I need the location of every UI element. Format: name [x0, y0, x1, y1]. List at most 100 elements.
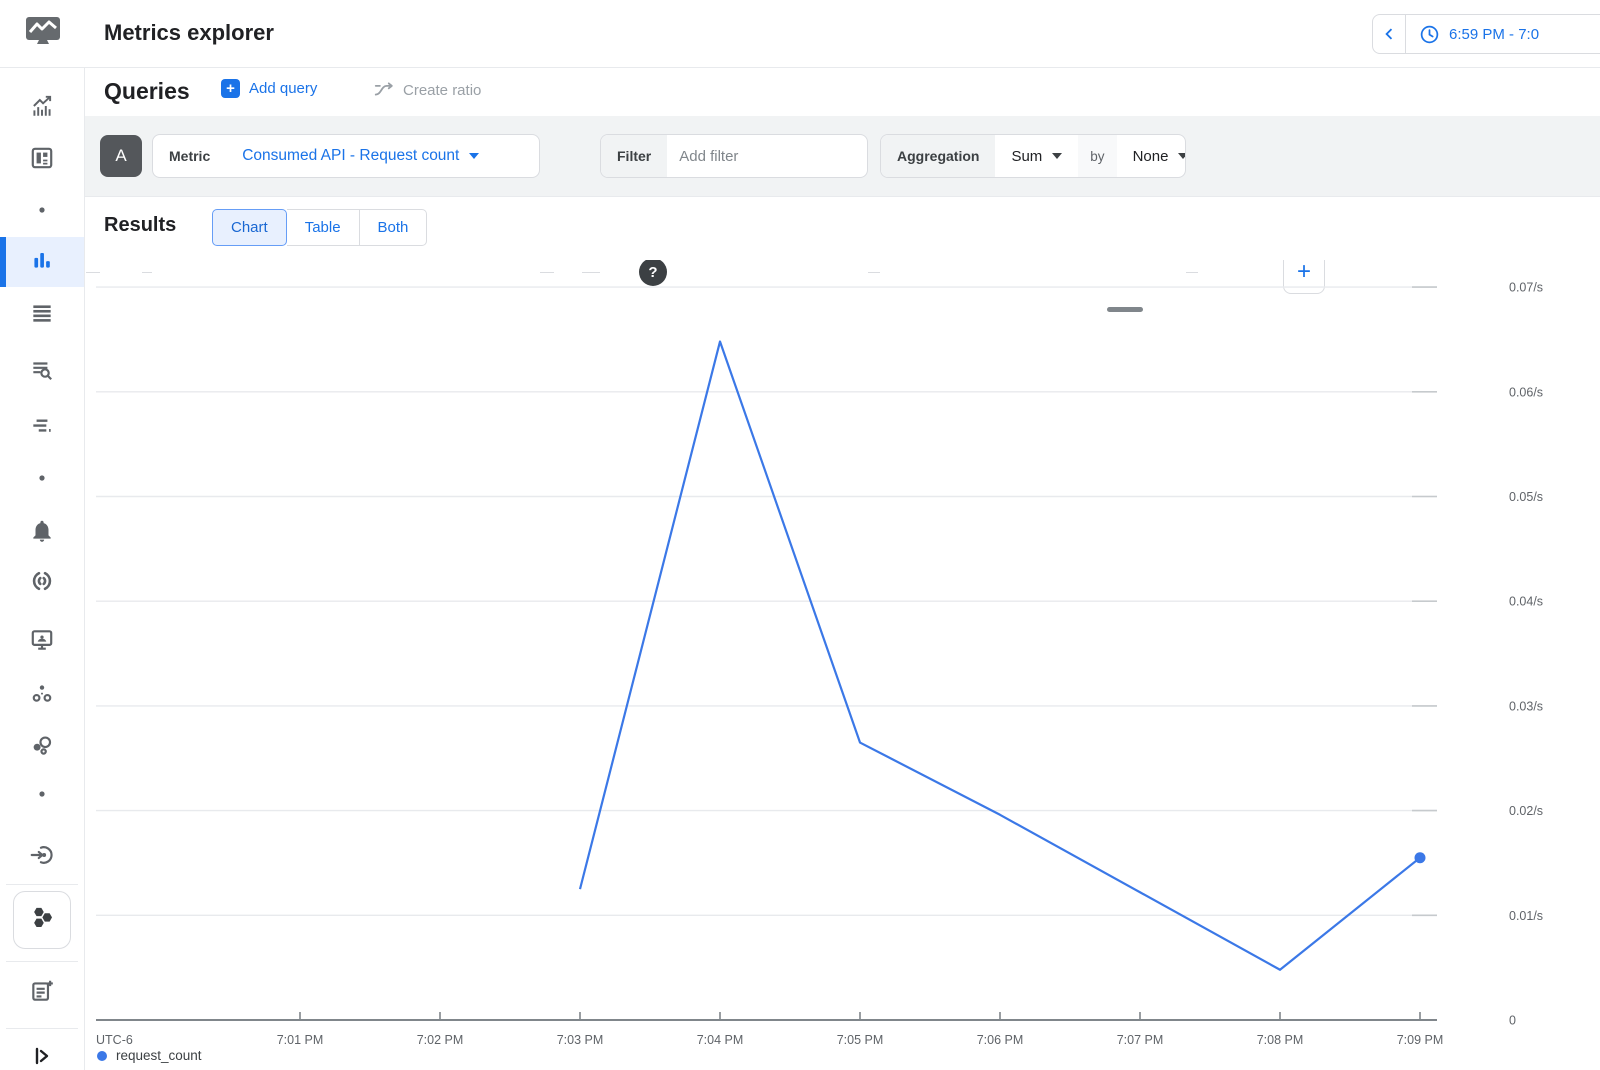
dropdown-caret-icon — [1052, 153, 1062, 159]
hexagons-icon — [27, 903, 57, 938]
dropdown-caret-icon — [469, 153, 479, 159]
svg-text:7:04 PM: 7:04 PM — [697, 1033, 744, 1047]
sidebar-item-services[interactable] — [0, 671, 84, 719]
query-letter-badge[interactable]: A — [100, 135, 142, 177]
sidebar-item-menu-lines[interactable] — [0, 291, 84, 339]
sidebar-divider — [6, 1028, 78, 1029]
aggregation-value-text: Sum — [1011, 148, 1042, 165]
svg-text:0.01/s: 0.01/s — [1509, 909, 1543, 923]
svg-text:7:05 PM: 7:05 PM — [837, 1033, 884, 1047]
svg-text:0: 0 — [1509, 1014, 1516, 1028]
sidebar-item-cluster[interactable] — [0, 723, 84, 771]
chart-legend[interactable]: request_count — [97, 1048, 202, 1063]
left-sidebar — [0, 0, 85, 1070]
log-search-icon — [29, 357, 55, 388]
filter-label: Filter — [601, 135, 667, 177]
svg-text:7:07 PM: 7:07 PM — [1117, 1033, 1164, 1047]
sidebar-collapse-toggle[interactable] — [0, 1034, 84, 1070]
create-ratio-label: Create ratio — [403, 82, 481, 99]
monitor-eye-icon — [29, 627, 55, 658]
tab-both[interactable]: Both — [360, 209, 428, 246]
ratio-arrow-icon — [373, 79, 395, 101]
metric-label: Metric — [153, 135, 226, 177]
sidebar-divider — [6, 961, 78, 962]
add-query-label: Add query — [249, 80, 317, 97]
sidebar-section-dot-1 — [0, 190, 84, 230]
sidebar-item-alerting[interactable] — [0, 509, 84, 557]
svg-text:0.02/s: 0.02/s — [1509, 804, 1543, 818]
group-by-value-text: None — [1133, 148, 1169, 165]
svg-text:7:03 PM: 7:03 PM — [557, 1033, 604, 1047]
svg-text:7:02 PM: 7:02 PM — [417, 1033, 464, 1047]
expand-panel-icon — [30, 1044, 54, 1070]
time-range-button[interactable]: 6:59 PM - 7:0 — [1406, 24, 1539, 45]
sidebar-item-dashboards[interactable] — [0, 136, 84, 184]
add-query-button[interactable]: + Add query — [221, 79, 317, 98]
integration-arrow-icon — [29, 842, 55, 873]
top-app-bar: Metrics explorer — [85, 0, 1600, 68]
trend-chart-icon — [29, 93, 55, 124]
bell-icon — [29, 518, 55, 549]
bar-chart-icon — [29, 247, 55, 278]
aggregation-label: Aggregation — [881, 135, 995, 177]
sidebar-item-gke-hexagons[interactable] — [13, 891, 71, 949]
sidebar-item-integrations[interactable] — [0, 833, 84, 881]
list-lines-icon — [29, 300, 55, 331]
sidebar-item-log-search[interactable] — [0, 348, 84, 396]
svg-text:0.04/s: 0.04/s — [1509, 595, 1543, 609]
time-range-control: 6:59 PM - 7:0 — [1372, 14, 1600, 54]
sidebar-item-monitoring-home[interactable] — [0, 0, 85, 68]
svg-text:7:09 PM: 7:09 PM — [1397, 1033, 1444, 1047]
line-chart[interactable]: 0.07/s0.06/s0.05/s0.04/s0.03/s0.02/s0.01… — [85, 260, 1600, 1070]
metrics-explorer-screen: Metrics explorer — [0, 0, 1600, 1070]
sidebar-divider — [6, 884, 78, 885]
dot-icon — [38, 785, 46, 803]
filter-input[interactable] — [679, 148, 859, 165]
sidebar-item-trace[interactable] — [0, 403, 84, 451]
legend-dot-icon — [97, 1051, 107, 1061]
time-range-text: 6:59 PM - 7:0 — [1449, 26, 1539, 43]
svg-text:0.03/s: 0.03/s — [1509, 699, 1543, 713]
aggregation-chip: Aggregation Sum by None — [880, 134, 1186, 178]
sidebar-item-release-notes[interactable] — [0, 969, 84, 1017]
svg-text:7:08 PM: 7:08 PM — [1257, 1033, 1304, 1047]
services-circles-icon — [29, 680, 55, 711]
sidebar-section-dot-2 — [0, 458, 84, 498]
sidebar-section-dot-3 — [0, 774, 84, 814]
chart-area: 0.07/s0.06/s0.05/s0.04/s0.03/s0.02/s0.01… — [85, 260, 1600, 1070]
trace-spans-icon — [29, 412, 55, 443]
metric-chip: Metric Consumed API - Request count — [152, 134, 540, 178]
dot-icon — [38, 469, 46, 487]
sidebar-item-overview[interactable] — [0, 84, 84, 132]
results-header: Results Chart Table Both — [85, 197, 1600, 260]
monitoring-logo-icon — [23, 14, 63, 53]
sidebar-item-monitor-screen[interactable] — [0, 618, 84, 666]
cluster-circles-icon — [29, 732, 55, 763]
dropdown-caret-icon — [1178, 153, 1186, 159]
create-ratio-button[interactable]: Create ratio — [373, 79, 481, 101]
sidebar-item-uptime-checks[interactable] — [0, 559, 84, 607]
dot-icon — [38, 201, 46, 219]
aggregation-selector[interactable]: Sum — [995, 135, 1078, 177]
uptime-circle-icon — [29, 568, 55, 599]
group-by-selector[interactable]: None — [1117, 135, 1186, 177]
sidebar-item-metrics-explorer[interactable] — [0, 237, 84, 287]
by-label: by — [1078, 135, 1116, 177]
page-title: Metrics explorer — [104, 20, 274, 46]
queries-heading: Queries — [104, 78, 190, 105]
svg-text:7:06 PM: 7:06 PM — [977, 1033, 1024, 1047]
metric-selector[interactable]: Consumed API - Request count — [226, 135, 495, 177]
svg-text:0.06/s: 0.06/s — [1509, 385, 1543, 399]
metric-value-text: Consumed API - Request count — [242, 147, 459, 165]
dashboard-icon — [29, 145, 55, 176]
queries-section-header: Queries + Add query Create ratio — [85, 68, 1600, 116]
svg-text:0.07/s: 0.07/s — [1509, 281, 1543, 295]
results-view-toggle: Chart Table Both — [212, 209, 427, 246]
chevron-left-icon[interactable] — [1373, 14, 1406, 54]
tab-table[interactable]: Table — [287, 209, 360, 246]
tab-chart[interactable]: Chart — [212, 209, 287, 246]
svg-text:UTC-6: UTC-6 — [96, 1033, 133, 1047]
svg-text:7:01 PM: 7:01 PM — [277, 1033, 324, 1047]
clock-icon — [1419, 24, 1440, 45]
legend-series-label: request_count — [116, 1048, 202, 1063]
